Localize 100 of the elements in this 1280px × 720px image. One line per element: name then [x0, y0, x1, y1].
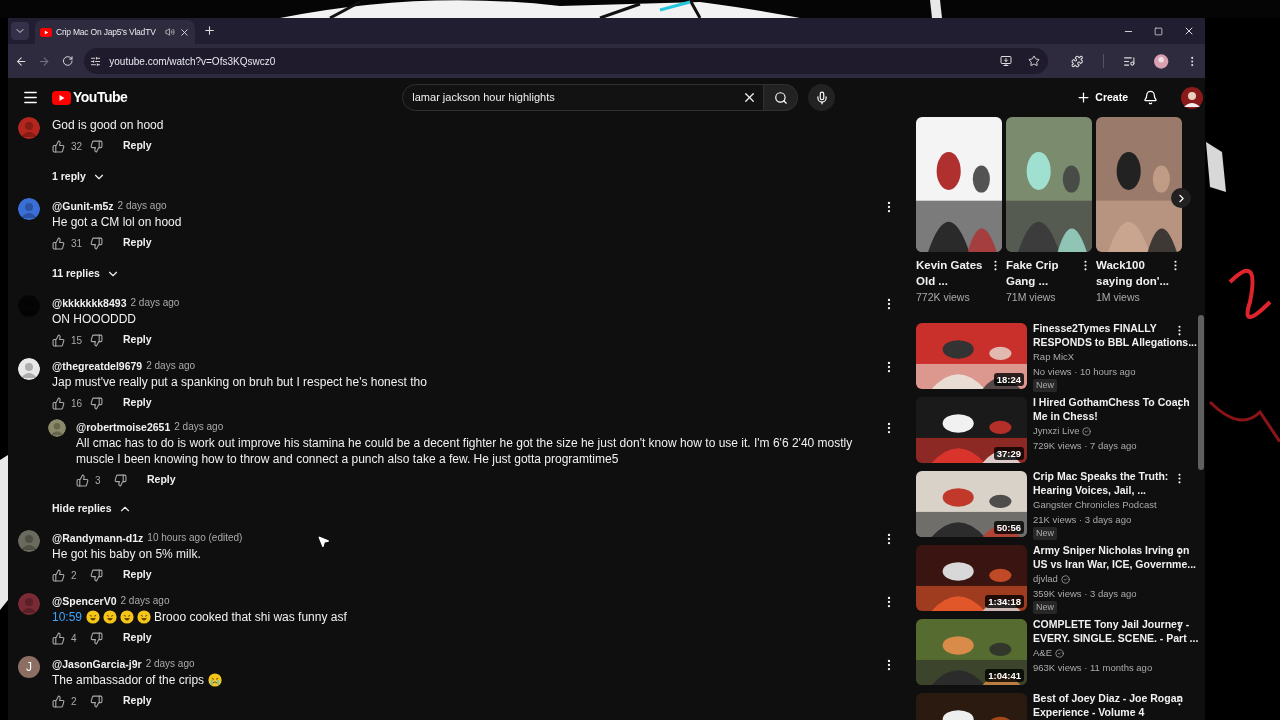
create-button[interactable]: Create [1095, 89, 1128, 106]
new-tab-button[interactable] [203, 24, 216, 37]
reload-button[interactable] [61, 55, 74, 67]
short-title[interactable]: Kevin Gates Old ... [916, 257, 989, 289]
comment-time[interactable]: 2 days ago [145, 656, 195, 672]
video-duration: 1:04:41 [985, 669, 1024, 682]
new-badge: New [1033, 379, 1057, 392]
comment-time[interactable]: 2 days ago [120, 593, 170, 609]
bookmark-star-icon[interactable] [1028, 55, 1041, 67]
youtube-logo-icon[interactable] [52, 90, 71, 105]
timestamp-link[interactable]: 10:59 [52, 609, 83, 625]
like-button[interactable] [52, 236, 65, 250]
account-avatar[interactable] [1181, 86, 1203, 109]
comment-text: He got a CM lol on hood [52, 214, 182, 230]
channel-name[interactable]: djvlad [1033, 572, 1058, 586]
voice-search-button[interactable] [808, 84, 836, 111]
comment-author[interactable]: @Randymann-d1z [52, 530, 144, 546]
site-info-icon[interactable] [90, 55, 102, 67]
reply-button[interactable]: Reply [139, 469, 184, 491]
short-views: 1M views [1096, 290, 1141, 305]
comment-time[interactable]: 2 days ago [146, 358, 196, 374]
address-bar[interactable]: youtube.com/watch?v=Ofs3KQswcz0 [84, 48, 1049, 74]
dislike-button[interactable] [114, 473, 127, 487]
comment-time[interactable]: 2 days ago [117, 198, 167, 214]
reply-button[interactable]: Reply [115, 690, 160, 712]
crying-emoji-icon [208, 673, 223, 687]
reply-button[interactable]: Reply [115, 232, 160, 254]
replies-toggle[interactable]: 11 replies [52, 266, 100, 282]
search-field[interactable]: lamar jackson hour highlights [402, 84, 765, 111]
like-button[interactable] [52, 631, 65, 645]
short-title[interactable]: Wack100 saying don'... [1096, 257, 1170, 289]
like-button[interactable] [52, 694, 65, 708]
comment-time[interactable]: 10 hours ago (edited) [147, 530, 243, 546]
comment-time[interactable]: 2 days ago [130, 295, 180, 311]
reply-button[interactable]: Reply [115, 392, 160, 414]
laughing-emoji-icon [120, 610, 135, 624]
laughing-emoji-icon [137, 610, 152, 624]
channel-name[interactable]: Rap MicX [1033, 350, 1075, 364]
search-button[interactable] [764, 84, 799, 111]
reply-button[interactable]: Reply [115, 627, 160, 649]
comment-time[interactable]: 2 days ago [174, 419, 224, 435]
short-title[interactable]: Fake Crip Gang ... [1006, 257, 1079, 289]
laughing-emoji-icon [103, 610, 118, 624]
like-button[interactable] [52, 333, 65, 347]
install-icon[interactable] [1000, 55, 1013, 67]
dislike-button[interactable] [90, 139, 103, 153]
video-title[interactable]: Finesse2Tymes FINALLY RESPONDS to BBL Allegations... [1033, 321, 1197, 349]
new-badge: New [1033, 527, 1057, 540]
comment-author[interactable]: @kkkkkkk8493 [52, 295, 127, 311]
video-title[interactable]: Crip Mac Speaks the Truth: Hearing Voices, Jail, ... [1033, 469, 1169, 497]
video-duration: 50:56 [993, 521, 1024, 534]
close-window-button[interactable] [1183, 25, 1195, 37]
short-views: 772K views [916, 290, 971, 305]
video-title[interactable]: Army Sniper Nicholas Irving on US vs Iran War, ICE, Governme... [1033, 543, 1196, 571]
menu-button[interactable] [22, 89, 39, 106]
dislike-button[interactable] [90, 333, 103, 347]
channel-name[interactable]: Jynxzi Live [1033, 424, 1080, 438]
dislike-button[interactable] [90, 568, 103, 582]
replies-toggle[interactable]: Hide replies [52, 501, 112, 517]
profile-avatar[interactable] [1154, 53, 1169, 69]
avatar[interactable] [18, 358, 40, 380]
dislike-button[interactable] [90, 396, 103, 410]
close-tab-icon[interactable] [179, 26, 190, 38]
comment-author[interactable]: @robertmoise2651 [76, 419, 171, 435]
channel-name[interactable]: Gangster Chronicles Podcast [1033, 498, 1157, 512]
youtube-logo-text[interactable]: YouTube [73, 87, 128, 108]
comment-author[interactable]: @JasonGarcia-j9r [52, 656, 142, 672]
video-title[interactable]: COMPLETE Tony Jail Journey - EVERY. SINGLE. SCENE. - Part ... [1033, 617, 1199, 645]
replies-toggle[interactable]: 1 reply [52, 169, 86, 185]
dislike-button[interactable] [90, 236, 103, 250]
notifications-icon[interactable] [1143, 90, 1158, 105]
media-control-icon[interactable] [1122, 54, 1136, 68]
video-title[interactable]: I Hired GothamChess To Coach Me in Chess! [1033, 395, 1190, 423]
like-button[interactable] [52, 396, 65, 410]
back-button[interactable] [15, 54, 28, 68]
channel-name[interactable]: A&E [1033, 646, 1052, 660]
like-button[interactable] [52, 568, 65, 582]
like-button[interactable] [76, 473, 89, 487]
comment-author[interactable]: @Gunit-m5z [52, 198, 114, 214]
dislike-button[interactable] [90, 694, 103, 708]
reply-button[interactable]: Reply [115, 329, 160, 351]
comment-author[interactable]: @thegreatdel9679 [52, 358, 143, 374]
reply-button[interactable]: Reply [115, 135, 160, 157]
avatar[interactable]: J [18, 656, 40, 678]
like-button[interactable] [52, 139, 65, 153]
plus-icon[interactable] [1076, 90, 1092, 105]
like-count: 3 [95, 473, 102, 488]
speaker-icon[interactable] [165, 27, 175, 37]
extensions-icon[interactable] [1071, 54, 1084, 68]
dislike-button[interactable] [90, 631, 103, 645]
search-icon[interactable] [773, 90, 788, 105]
video-title[interactable]: Best of Joey Diaz - Joe Rogan Experience - Volume 4 [1033, 691, 1183, 719]
browser-tab[interactable]: Crip Mac On Jap5's VladTV [35, 20, 195, 44]
scrollbar-thumb[interactable] [1198, 315, 1204, 470]
maximize-button[interactable] [1154, 26, 1163, 36]
tab-title: Crip Mac On Jap5's VladTV [56, 25, 156, 39]
microphone-icon[interactable] [814, 90, 829, 105]
comment-author[interactable]: @SpencerV0 [52, 593, 117, 609]
reply-button[interactable]: Reply [115, 564, 160, 586]
comment-text: God is good on hood [52, 117, 164, 133]
